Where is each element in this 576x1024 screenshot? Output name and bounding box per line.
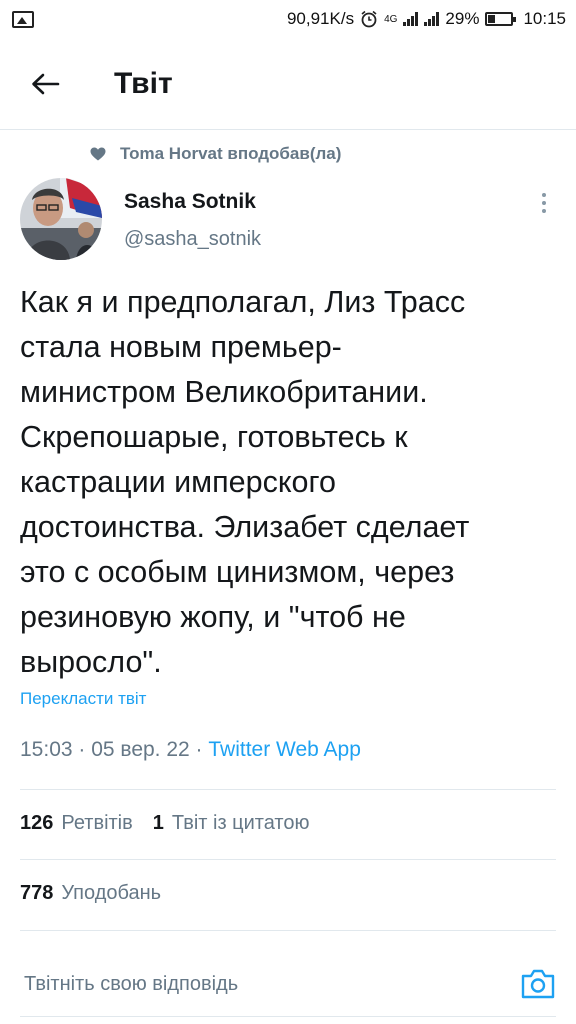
retweets-stat[interactable]: 126 Ретвітів (20, 812, 133, 835)
tweet-meta: 15:03 · 05 вер. 22 · Twitter Web App (20, 738, 361, 762)
author-name[interactable]: Sasha Sotnik (124, 190, 256, 214)
signal-icon (403, 12, 419, 26)
camera-icon (521, 969, 555, 999)
clock: 10:15 (523, 9, 566, 28)
translate-tweet-link[interactable]: Перекласти твіт (20, 689, 146, 709)
tweet-text-line: достоинства. Элизабет сделает (20, 510, 470, 544)
reply-bar: Твітніть свою відповідь (0, 944, 576, 1024)
tweet-text-line: Как я и предполагал, Лиз Трасс (20, 285, 466, 319)
avatar[interactable] (20, 178, 102, 260)
more-options-button[interactable] (532, 188, 556, 218)
quotes-stat[interactable]: 1 Твіт із цитатою (153, 812, 310, 835)
avatar-image (20, 178, 102, 260)
back-button[interactable] (20, 59, 70, 109)
tweet-text-line: Скрепошарые, готовьтесь к (20, 420, 408, 454)
battery-percent: 29% (445, 9, 480, 28)
tweet-text-line: резиновую жопу, и "чтоб не (20, 600, 406, 634)
more-dot (542, 209, 546, 213)
image-icon (12, 10, 34, 28)
tweet-text-line: выросло". (20, 645, 162, 679)
quotes-count: 1 (152, 812, 164, 834)
battery-icon (485, 12, 517, 26)
author-handle[interactable]: @sasha_sotnik (124, 228, 261, 251)
tweet-text-line: министром Великобритании. (20, 375, 428, 409)
likes-stat[interactable]: 778 Уподобань (20, 882, 161, 905)
quotes-label: Твіт із цитатою (171, 812, 310, 834)
tweet-text-line: кастрации имперского (20, 465, 336, 499)
tweet-text-line: это с особым цинизмом, через (20, 555, 455, 589)
page-title: Твіт (114, 66, 173, 100)
battery-fill (488, 15, 496, 23)
network-type: 4G (384, 13, 398, 25)
tweet-text-line: стала новым премьер- (20, 330, 342, 364)
alarm-icon (361, 10, 377, 28)
stats-row: 126 Ретвітів 1 Твіт із цитатою (20, 812, 310, 835)
arrow-left-icon (32, 73, 60, 94)
camera-button[interactable] (520, 966, 556, 1002)
more-dot (542, 201, 546, 205)
likes-count: 778 (20, 882, 54, 904)
likes-row: 778 Уподобань (20, 882, 161, 905)
heart-icon (90, 147, 106, 161)
net-speed: 90,91K/s (286, 9, 355, 28)
status-bar: 90,91K/s 4G 29% 10:15 (0, 0, 576, 38)
more-dot (542, 193, 546, 197)
retweets-label: Ретвітів (61, 812, 133, 834)
divider (20, 930, 556, 931)
divider (20, 789, 556, 790)
reply-underline (20, 1016, 556, 1017)
retweets-count: 126 (20, 812, 54, 834)
source-link[interactable]: Twitter Web App (208, 738, 361, 761)
timestamp: 15:03 · 05 вер. 22 · (20, 738, 209, 761)
tweet-text: Как я и предполагал, Лиз Трасс стала нов… (20, 280, 560, 685)
divider (20, 859, 556, 860)
social-context[interactable]: Toma Horvat вподобав(ла) (90, 144, 341, 164)
header: Твіт (0, 38, 576, 130)
signal-icon (424, 12, 440, 26)
reply-input[interactable]: Твітніть свою відповідь (24, 973, 238, 996)
social-context-label: Toma Horvat вподобав(ла) (120, 144, 342, 163)
likes-label: Уподобань (61, 882, 162, 904)
